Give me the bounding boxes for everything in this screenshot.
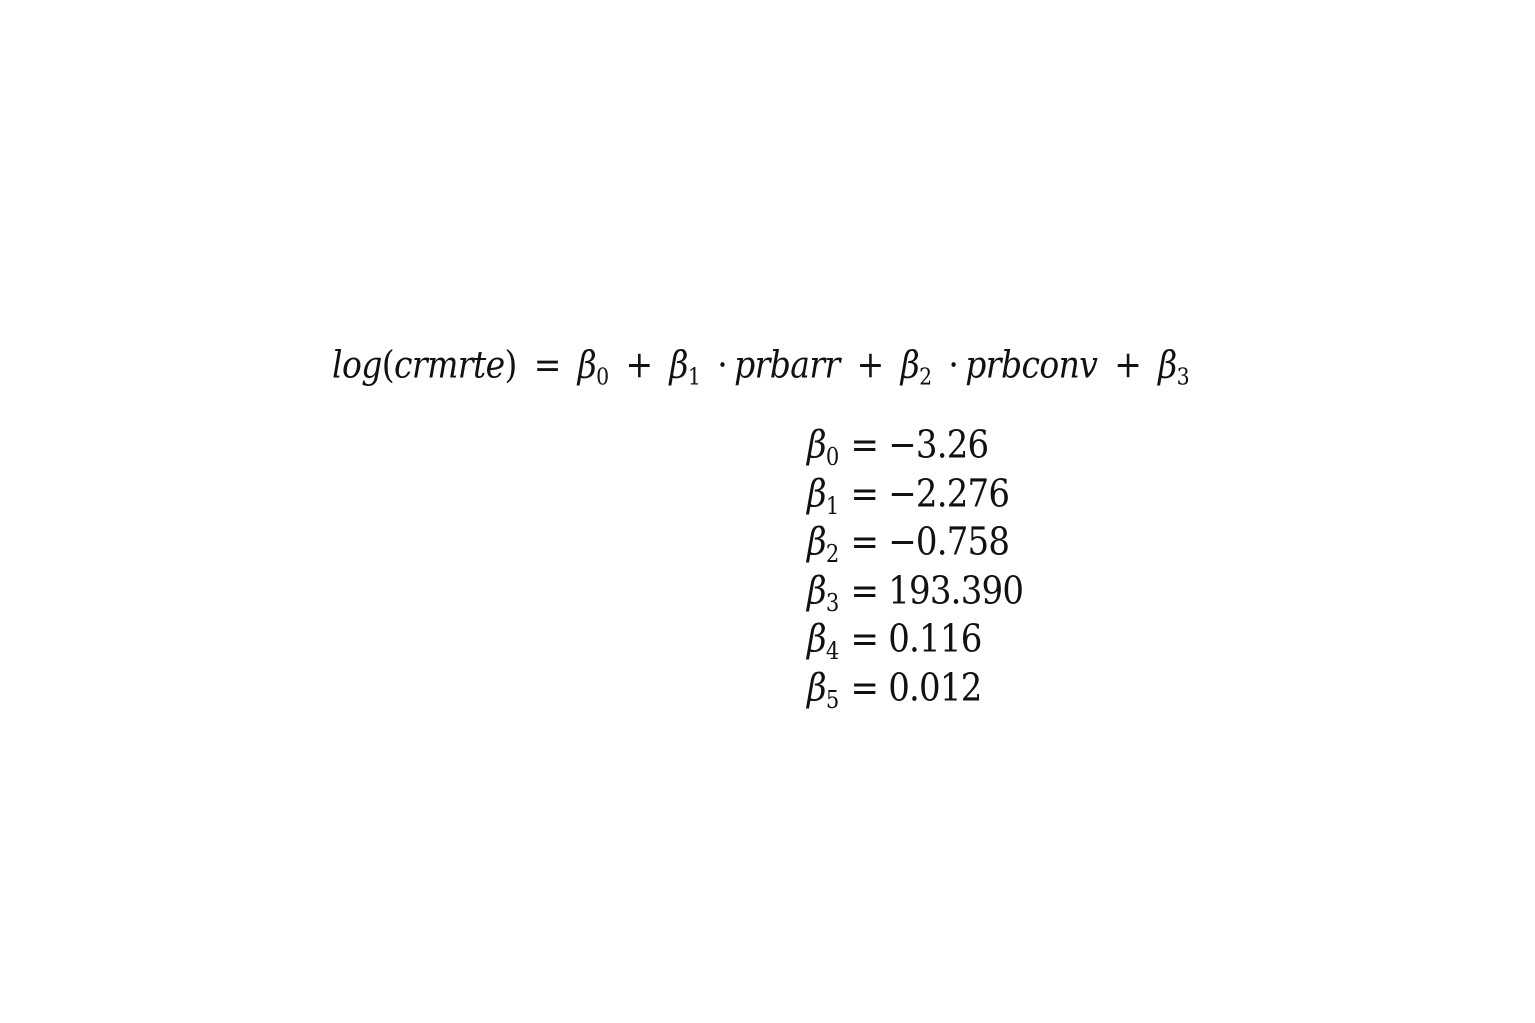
- coefficient-row: β3 = 193.390: [807, 567, 1027, 616]
- coefficient-row: β0 = −3.26: [807, 421, 1027, 470]
- beta-symbol: β: [577, 342, 597, 387]
- beta-symbol: β: [1158, 342, 1177, 387]
- beta-subscript: 5: [825, 684, 839, 714]
- equals-sign: =: [850, 519, 879, 565]
- coefficient-value: −0.758: [888, 519, 1010, 565]
- beta-subscript: 3: [1176, 363, 1190, 391]
- equals-sign: =: [850, 567, 879, 614]
- equals-sign: =: [850, 616, 879, 662]
- multiply-dot: ·: [948, 342, 959, 387]
- lhs-function: log: [332, 342, 382, 387]
- plus-sign: +: [625, 342, 653, 387]
- plus-sign: +: [856, 342, 885, 387]
- beta-symbol: β: [900, 342, 920, 387]
- regression-equation: log(crmrte) = β0 + β1 · prbarr + β2 · prbc…: [332, 338, 1198, 392]
- beta-subscript: 2: [919, 363, 932, 391]
- coefficient-value: 0.116: [888, 616, 982, 662]
- equals-sign: =: [533, 342, 562, 387]
- coefficient-row: β2 = −0.758: [807, 518, 1027, 567]
- coefficient-value: −3.26: [888, 422, 989, 468]
- term-variable: prbarr: [734, 342, 840, 387]
- lhs-variable: crmrte: [394, 342, 505, 387]
- coefficient-list: β0 = −3.26 β1 = −2.276 β2 = −0.758 β3 = 193.390 …: [807, 421, 1027, 712]
- equals-sign: =: [850, 664, 879, 711]
- beta-symbol: β: [807, 519, 827, 565]
- coefficient-row: β5 = 0.012: [807, 664, 1027, 713]
- beta-symbol: β: [807, 616, 827, 662]
- beta-subscript: 1: [687, 363, 701, 391]
- coefficient-value: 0.012: [888, 664, 982, 711]
- coefficient-row: β1 = −2.276: [807, 470, 1027, 519]
- plus-sign: +: [1114, 342, 1142, 387]
- equals-sign: =: [850, 470, 879, 517]
- beta-symbol: β: [669, 342, 688, 387]
- equals-sign: =: [850, 422, 879, 468]
- multiply-dot: ·: [717, 342, 728, 387]
- coefficient-value: −2.276: [888, 470, 1010, 517]
- close-paren: ): [504, 342, 518, 387]
- term-variable: prbconv: [965, 342, 1098, 387]
- beta-symbol: β: [807, 422, 827, 468]
- open-paren: (: [381, 342, 395, 387]
- coefficient-row: β4 = 0.116: [807, 615, 1027, 664]
- coefficient-value: 193.390: [888, 567, 1024, 614]
- beta-symbol: β: [807, 567, 827, 614]
- beta-subscript: 0: [596, 363, 609, 391]
- beta-symbol: β: [807, 470, 827, 517]
- beta-symbol: β: [807, 664, 827, 711]
